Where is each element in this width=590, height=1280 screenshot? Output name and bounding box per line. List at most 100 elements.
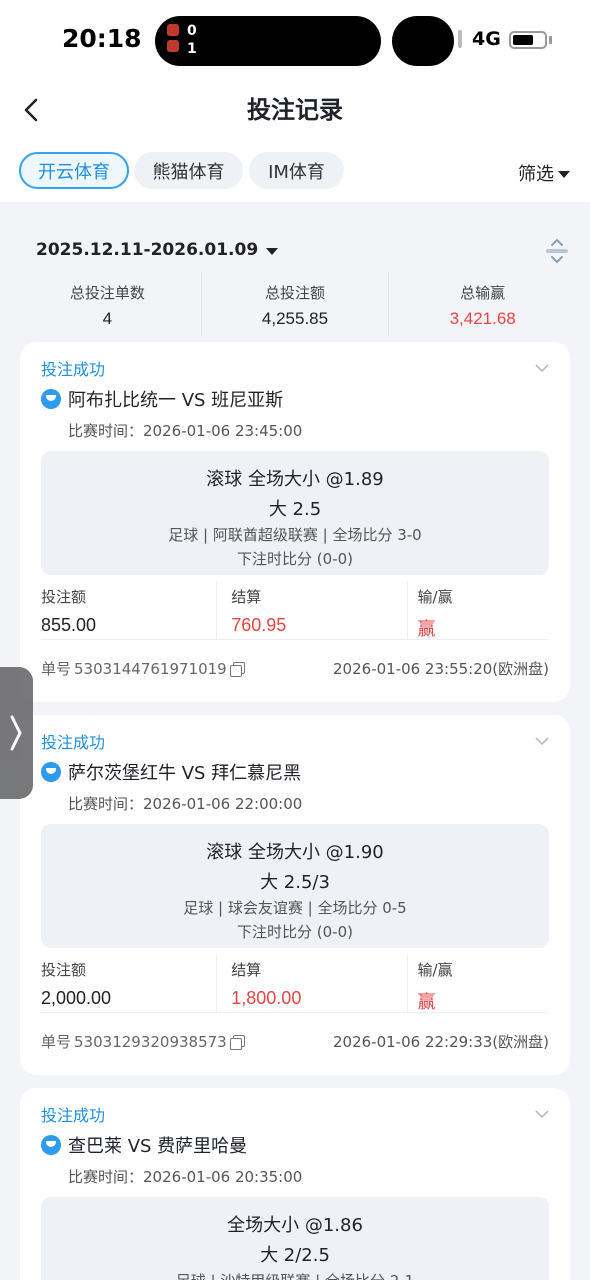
team-badge-icon — [167, 24, 181, 58]
caret-down-icon — [266, 247, 279, 255]
filter-label: 筛选 — [518, 164, 554, 185]
bet-market: 滚球 全场大小 @1.89 — [206, 469, 384, 490]
match-time-label: 比赛时间： — [68, 795, 144, 813]
bet-status: 投注成功 — [41, 733, 106, 752]
bet-league: 足球 | 球会友谊赛 | 全场比分 0-5 — [183, 899, 407, 917]
placed-at: 2026-01-06 23:55:20(欧洲盘) — [332, 660, 549, 678]
match-time: 比赛时间：2026-01-06 20:35:00 — [68, 1166, 302, 1187]
order-prefix: 单号 — [41, 660, 72, 678]
network-type: 4G — [472, 28, 501, 50]
caret-down-icon — [558, 170, 570, 178]
summary-winloss: 总输赢 3,421.68 — [389, 272, 576, 336]
platform-tabs: 开云体育 熊猫体育 IM体育 筛选 — [0, 140, 590, 202]
copy-icon[interactable] — [229, 1034, 245, 1050]
order-no: 5303129320938573 — [74, 1032, 227, 1051]
match-teams: 查巴莱 VS 费萨里哈曼 — [68, 1136, 248, 1157]
match-title: 阿布扎比统一 VS 班尼亚斯 — [41, 386, 283, 412]
order-no: 5303144761971019 — [74, 659, 227, 678]
summary-amount-value: 4,255.85 — [261, 309, 329, 328]
camera-island — [392, 16, 454, 66]
bet-stats: 投注额 855.00 结算 760.95 输/赢 赢 — [41, 582, 549, 640]
order-number: 单号 5303144761971019 — [41, 658, 245, 679]
date-range-picker[interactable]: 2025.12.11-2026.01.09 — [36, 240, 279, 260]
nav-bar: 投注记录 — [0, 80, 590, 140]
bet-score-at-placement: 下注时比分 (0-0) — [237, 923, 353, 941]
tab-im[interactable]: IM体育 — [249, 152, 344, 189]
summary-amount: 总投注额 4,255.85 — [202, 272, 390, 336]
bet-footer: 单号 5303129320938573 2026-01-06 22:29:33(… — [41, 1031, 549, 1052]
settle-label: 结算 — [231, 588, 262, 606]
match-time-value: 2026-01-06 22:00:00 — [143, 795, 303, 813]
bet-detail-box: 滚球 全场大小 @1.89 大 2.5 足球 | 阿联酋超级联赛 | 全场比分 … — [41, 451, 549, 575]
chevron-down-icon[interactable] — [534, 1106, 550, 1122]
summary-count-value: 4 — [102, 309, 113, 328]
stake-label: 投注额 — [41, 961, 87, 979]
football-icon — [41, 762, 61, 782]
result-col: 输/赢 赢 — [408, 582, 549, 639]
side-drawer-handle[interactable] — [0, 667, 33, 799]
summary-count-label: 总投注单数 — [69, 284, 145, 302]
summary-amount-label: 总投注额 — [265, 284, 326, 302]
order-number: 单号 5303129320938573 — [41, 1031, 245, 1052]
copy-icon[interactable] — [229, 661, 245, 677]
live-score-top: 0 — [187, 23, 197, 39]
summary-winloss-label: 总输赢 — [460, 284, 506, 302]
bet-selection: 大 2.5/3 — [260, 872, 330, 893]
date-range-text: 2025.12.11-2026.01.09 — [36, 240, 259, 260]
dynamic-island: 0 1 — [155, 16, 381, 66]
bet-league: 足球 | 沙特甲级联赛 | 全场比分 2-1 — [41, 1270, 549, 1280]
bet-status: 投注成功 — [41, 1106, 106, 1125]
signal-icon — [458, 30, 462, 48]
bet-detail-box: 全场大小 @1.86 大 2/2.5 足球 | 沙特甲级联赛 | 全场比分 2-… — [41, 1197, 549, 1280]
bet-card[interactable]: 投注成功 阿布扎比统一 VS 班尼亚斯 比赛时间：2026-01-06 23:4… — [20, 342, 570, 702]
match-time: 比赛时间：2026-01-06 22:00:00 — [68, 793, 302, 814]
live-score-bottom: 1 — [187, 41, 197, 57]
chevron-right-icon — [10, 715, 22, 751]
summary-stats: 总投注单数 4 总投注额 4,255.85 总输赢 3,421.68 — [14, 272, 576, 336]
bet-stats: 投注额 2,000.00 结算 1,800.00 输/赢 赢 — [41, 955, 549, 1013]
stake-value: 2,000.00 — [41, 988, 112, 1008]
football-icon — [41, 389, 61, 409]
bet-selection: 大 2.5 — [268, 499, 322, 520]
bet-market: 全场大小 @1.86 — [227, 1215, 363, 1236]
placed-at: 2026-01-06 22:29:33(欧洲盘) — [332, 1033, 549, 1051]
bet-league: 足球 | 阿联酋超级联赛 | 全场比分 3-0 — [168, 526, 422, 544]
battery-cap — [549, 36, 552, 44]
bet-selection: 大 2/2.5 — [260, 1245, 330, 1266]
match-title: 查巴莱 VS 费萨里哈曼 — [41, 1132, 247, 1158]
bet-card[interactable]: 投注成功 萨尔茨堡红牛 VS 拜仁慕尼黑 比赛时间：2026-01-06 22:… — [20, 715, 570, 1075]
match-title: 萨尔茨堡红牛 VS 拜仁慕尼黑 — [41, 759, 301, 785]
match-teams: 阿布扎比统一 VS 班尼亚斯 — [68, 390, 284, 411]
result-label: 输/赢 — [417, 961, 453, 979]
tab-xiongmao[interactable]: 熊猫体育 — [134, 152, 243, 189]
filter-button[interactable]: 筛选 — [518, 160, 570, 186]
live-score: 0 1 — [187, 22, 197, 58]
stake-col: 投注额 855.00 — [41, 582, 218, 639]
chevron-down-icon[interactable] — [534, 360, 550, 376]
collapse-toggle-icon[interactable] — [544, 236, 570, 266]
bet-card[interactable]: 投注成功 查巴莱 VS 费萨里哈曼 比赛时间：2026-01-06 20:35:… — [20, 1088, 570, 1280]
bet-detail-box: 滚球 全场大小 @1.90 大 2.5/3 足球 | 球会友谊赛 | 全场比分 … — [41, 824, 549, 948]
summary-winloss-value: 3,421.68 — [449, 309, 516, 328]
tab-kaiyun[interactable]: 开云体育 — [19, 152, 129, 189]
battery-icon — [509, 31, 547, 49]
stake-label: 投注额 — [41, 588, 87, 606]
status-time: 20:18 — [62, 24, 142, 53]
order-prefix: 单号 — [41, 1033, 72, 1051]
settle-col: 结算 1,800.00 — [217, 955, 408, 1012]
result-label: 输/赢 — [417, 588, 453, 606]
bet-market: 滚球 全场大小 @1.90 — [206, 842, 384, 863]
settle-label: 结算 — [231, 961, 262, 979]
match-time-value: 2026-01-06 20:35:00 — [143, 1168, 303, 1186]
chevron-down-icon[interactable] — [534, 733, 550, 749]
result-value: 赢 — [417, 992, 436, 1012]
match-time: 比赛时间：2026-01-06 23:45:00 — [68, 420, 302, 441]
bet-footer: 单号 5303144761971019 2026-01-06 23:55:20(… — [41, 658, 549, 679]
bet-score-at-placement: 下注时比分 (0-0) — [237, 550, 353, 568]
settle-col: 结算 760.95 — [217, 582, 408, 639]
settle-value: 1,800.00 — [231, 988, 302, 1008]
match-time-value: 2026-01-06 23:45:00 — [143, 422, 303, 440]
match-time-label: 比赛时间： — [68, 1168, 144, 1186]
summary-count: 总投注单数 4 — [14, 272, 202, 336]
bet-status: 投注成功 — [41, 360, 106, 379]
